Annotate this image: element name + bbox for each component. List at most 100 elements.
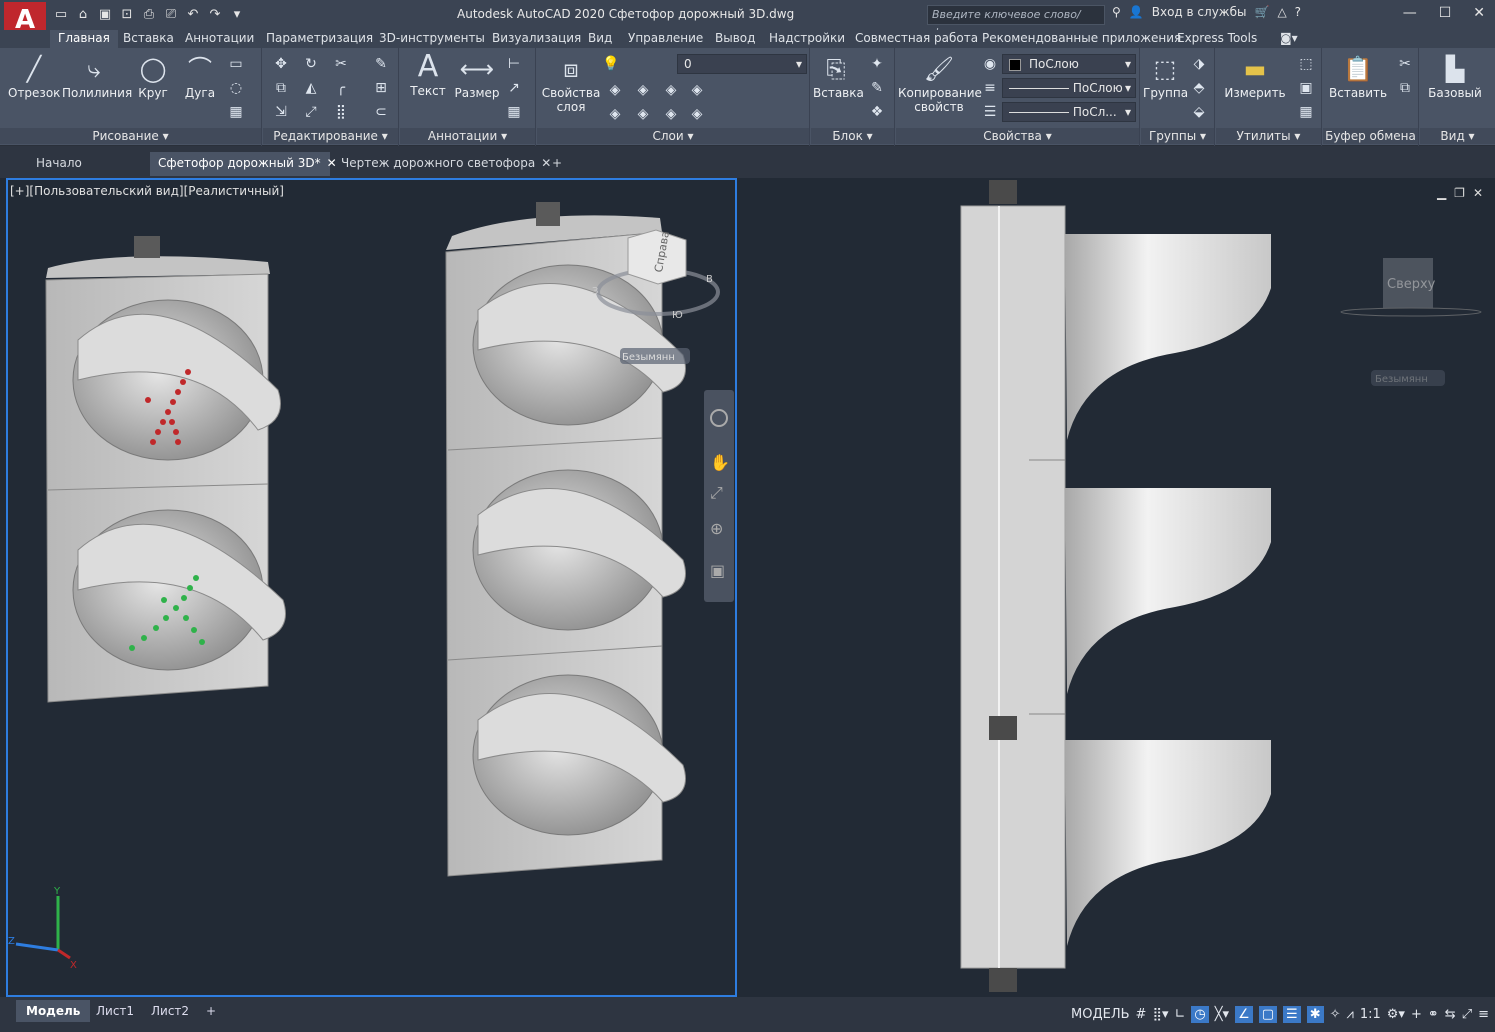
user-icon[interactable]: 👤 xyxy=(1129,5,1144,19)
minimize-icon[interactable]: — xyxy=(1403,5,1417,21)
help-icon[interactable]: ? xyxy=(1295,5,1301,19)
fillet-icon[interactable]: ╭ xyxy=(331,78,351,98)
leader-icon[interactable]: ↗ xyxy=(504,78,524,98)
paste-button[interactable]: 📋 Вставить xyxy=(1329,54,1387,100)
layout-tab-sheet2[interactable]: Лист2 xyxy=(141,1000,199,1022)
annotation-scale[interactable]: 1:1 xyxy=(1360,1007,1381,1022)
lineweight-dropdown[interactable]: ПоСл... ▾ xyxy=(1002,102,1136,122)
group-select-icon[interactable]: ⬙ xyxy=(1189,102,1209,122)
array-icon[interactable]: ⣿ xyxy=(331,102,351,122)
offset-icon[interactable]: ⊂ xyxy=(371,102,391,122)
tab-addins[interactable]: Надстройки xyxy=(769,30,845,48)
cut-icon[interactable]: ✂ xyxy=(1395,54,1415,74)
tab-parametric[interactable]: Параметризация xyxy=(266,30,373,48)
tab-annotate[interactable]: Аннотации xyxy=(185,30,254,48)
select-all-icon[interactable]: ▣ xyxy=(1296,78,1316,98)
object-snap-tracking-icon[interactable]: ∠ xyxy=(1235,1005,1253,1023)
layout-tab-model[interactable]: Модель xyxy=(16,1000,91,1022)
doc-tab-drawing[interactable]: Чертеж дорожного светофора ✕ xyxy=(333,152,551,176)
ungroup-icon[interactable]: ⬗ xyxy=(1189,54,1209,74)
table-icon[interactable]: ▦ xyxy=(504,102,524,122)
pan-icon[interactable]: ✋ xyxy=(710,453,730,472)
cart-icon[interactable]: 🛒 xyxy=(1254,5,1269,19)
create-block-icon[interactable]: ✦ xyxy=(867,54,887,74)
zoom-icon[interactable]: ⤢ xyxy=(710,483,723,502)
new-icon[interactable]: ▭ xyxy=(52,6,70,24)
match-properties-button[interactable]: 🖌 Копирование свойств xyxy=(898,54,982,114)
tab-collaborate[interactable]: Совместная работа xyxy=(855,30,978,48)
close-icon[interactable]: ✕ xyxy=(1473,5,1485,21)
navigation-bar[interactable]: ✋ ⤢ ⊕ ▣ xyxy=(704,390,734,602)
layer-properties-button[interactable]: ⧈ Свойства слоя xyxy=(541,54,601,114)
linear-dim-icon[interactable]: ⊢ xyxy=(504,54,524,74)
gradient-icon[interactable]: ▦ xyxy=(226,102,246,122)
layer-tool-icon[interactable]: ◈ xyxy=(687,104,707,124)
fullscreen-icon[interactable]: ⤢ xyxy=(1462,1007,1472,1022)
trim-icon[interactable]: ✂ xyxy=(331,54,351,74)
circle-button[interactable]: ◯ Круг xyxy=(132,54,174,100)
a360-icon[interactable]: △ xyxy=(1277,5,1286,19)
layer-tool-icon[interactable]: ◈ xyxy=(605,104,625,124)
panel-draw-title[interactable]: Рисование ▾ xyxy=(0,128,261,144)
bulb-icon[interactable]: 💡 xyxy=(601,54,621,74)
ortho-icon[interactable]: ∟ xyxy=(1174,1007,1185,1022)
layer-tool-icon[interactable]: ◈ xyxy=(633,80,653,100)
selection-cycling-icon[interactable]: ✧ xyxy=(1330,1007,1341,1022)
panel-annotation-title[interactable]: Аннотации ▾ xyxy=(400,128,535,144)
orbit-icon[interactable]: ⊕ xyxy=(710,519,723,538)
save-icon[interactable]: ▣ xyxy=(96,6,114,24)
object-snap-icon[interactable]: ▢ xyxy=(1258,1005,1278,1023)
snap-icon[interactable]: ⣿▾ xyxy=(1152,1007,1168,1022)
panel-block-title[interactable]: Блок ▾ xyxy=(811,128,894,144)
scale-icon[interactable]: ⤢ xyxy=(301,102,321,122)
showmotion-icon[interactable]: ▣ xyxy=(710,561,725,580)
insert-button[interactable]: ⎘ Вставка xyxy=(813,54,864,100)
login-button[interactable]: Вход в службы xyxy=(1152,5,1247,19)
group-button[interactable]: ⬚ Группа xyxy=(1143,54,1188,100)
attribute-icon[interactable]: ❖ xyxy=(867,102,887,122)
add-icon[interactable]: + xyxy=(1411,1007,1422,1022)
layer-tool-icon[interactable]: ◈ xyxy=(687,80,707,100)
search-input[interactable]: Введите ключевое слово/фразу xyxy=(927,5,1105,39)
rectangle-icon[interactable]: ▭ xyxy=(226,54,246,74)
ribbon-toggle-icon[interactable]: ◙▾ xyxy=(1280,30,1298,48)
viewcube-top[interactable]: Сверху xyxy=(1340,258,1482,317)
lineweight-icon[interactable]: ☰ xyxy=(980,102,1000,122)
customize-icon[interactable]: ▾ xyxy=(228,6,246,24)
viewport-right[interactable]: ▁ ❐ ✕ Сверху Безымянн xyxy=(745,178,1495,997)
copy-icon[interactable]: ⧉ xyxy=(271,78,291,98)
layer-tool-icon[interactable]: ◈ xyxy=(661,104,681,124)
panel-groups-title[interactable]: Группы ▾ xyxy=(1141,128,1214,144)
linetype-icon[interactable]: ≡ xyxy=(980,78,1000,98)
tab-featured-apps[interactable]: Рекомендованные приложения xyxy=(982,30,1181,48)
panel-properties-title[interactable]: Свойства ▾ xyxy=(896,128,1139,144)
tab-3d-tools[interactable]: 3D-инструменты xyxy=(379,30,485,48)
stretch-icon[interactable]: ⇲ xyxy=(271,102,291,122)
maximize-icon[interactable]: ☐ xyxy=(1439,5,1452,21)
doc-tab-start[interactable]: Начало xyxy=(28,152,148,176)
binoculars-icon[interactable]: ⚲ xyxy=(1112,5,1121,19)
tab-express-tools[interactable]: Express Tools xyxy=(1177,30,1257,48)
panel-view-title[interactable]: Вид ▾ xyxy=(1420,128,1495,144)
customize-menu-icon[interactable]: ≡ xyxy=(1478,1007,1489,1022)
polar-icon[interactable]: ◷ xyxy=(1191,1005,1209,1023)
add-layout-icon[interactable]: + xyxy=(196,1000,226,1022)
undo-icon[interactable]: ↶ xyxy=(184,6,202,24)
edit-block-icon[interactable]: ✎ xyxy=(867,78,887,98)
workspace-gear-icon[interactable]: ⚙▾ xyxy=(1387,1007,1405,1022)
layout-tab-sheet1[interactable]: Лист1 xyxy=(86,1000,144,1022)
ucs-menu[interactable]: Безымянн xyxy=(620,348,690,364)
arc-button[interactable]: ⌒ Дуга xyxy=(180,54,220,100)
plot-icon[interactable]: ⎙ xyxy=(140,6,158,24)
quick-select-icon[interactable]: ⬚ xyxy=(1296,54,1316,74)
hatch-icon[interactable]: ◌ xyxy=(226,78,246,98)
panel-utilities-title[interactable]: Утилиты ▾ xyxy=(1216,128,1321,144)
group-edit-icon[interactable]: ⬘ xyxy=(1189,78,1209,98)
tab-view[interactable]: Вид xyxy=(588,30,612,48)
layer-tool-icon[interactable]: ◈ xyxy=(633,104,653,124)
panel-layers-title[interactable]: Слои ▾ xyxy=(537,128,809,144)
model-space-button[interactable]: МОДЕЛЬ xyxy=(1071,1007,1130,1022)
tab-home[interactable]: Главная xyxy=(50,30,118,48)
color-dropdown[interactable]: ПоСлою ▾ xyxy=(1002,54,1136,74)
layer-dropdown[interactable]: 0 ▾ xyxy=(677,54,807,74)
